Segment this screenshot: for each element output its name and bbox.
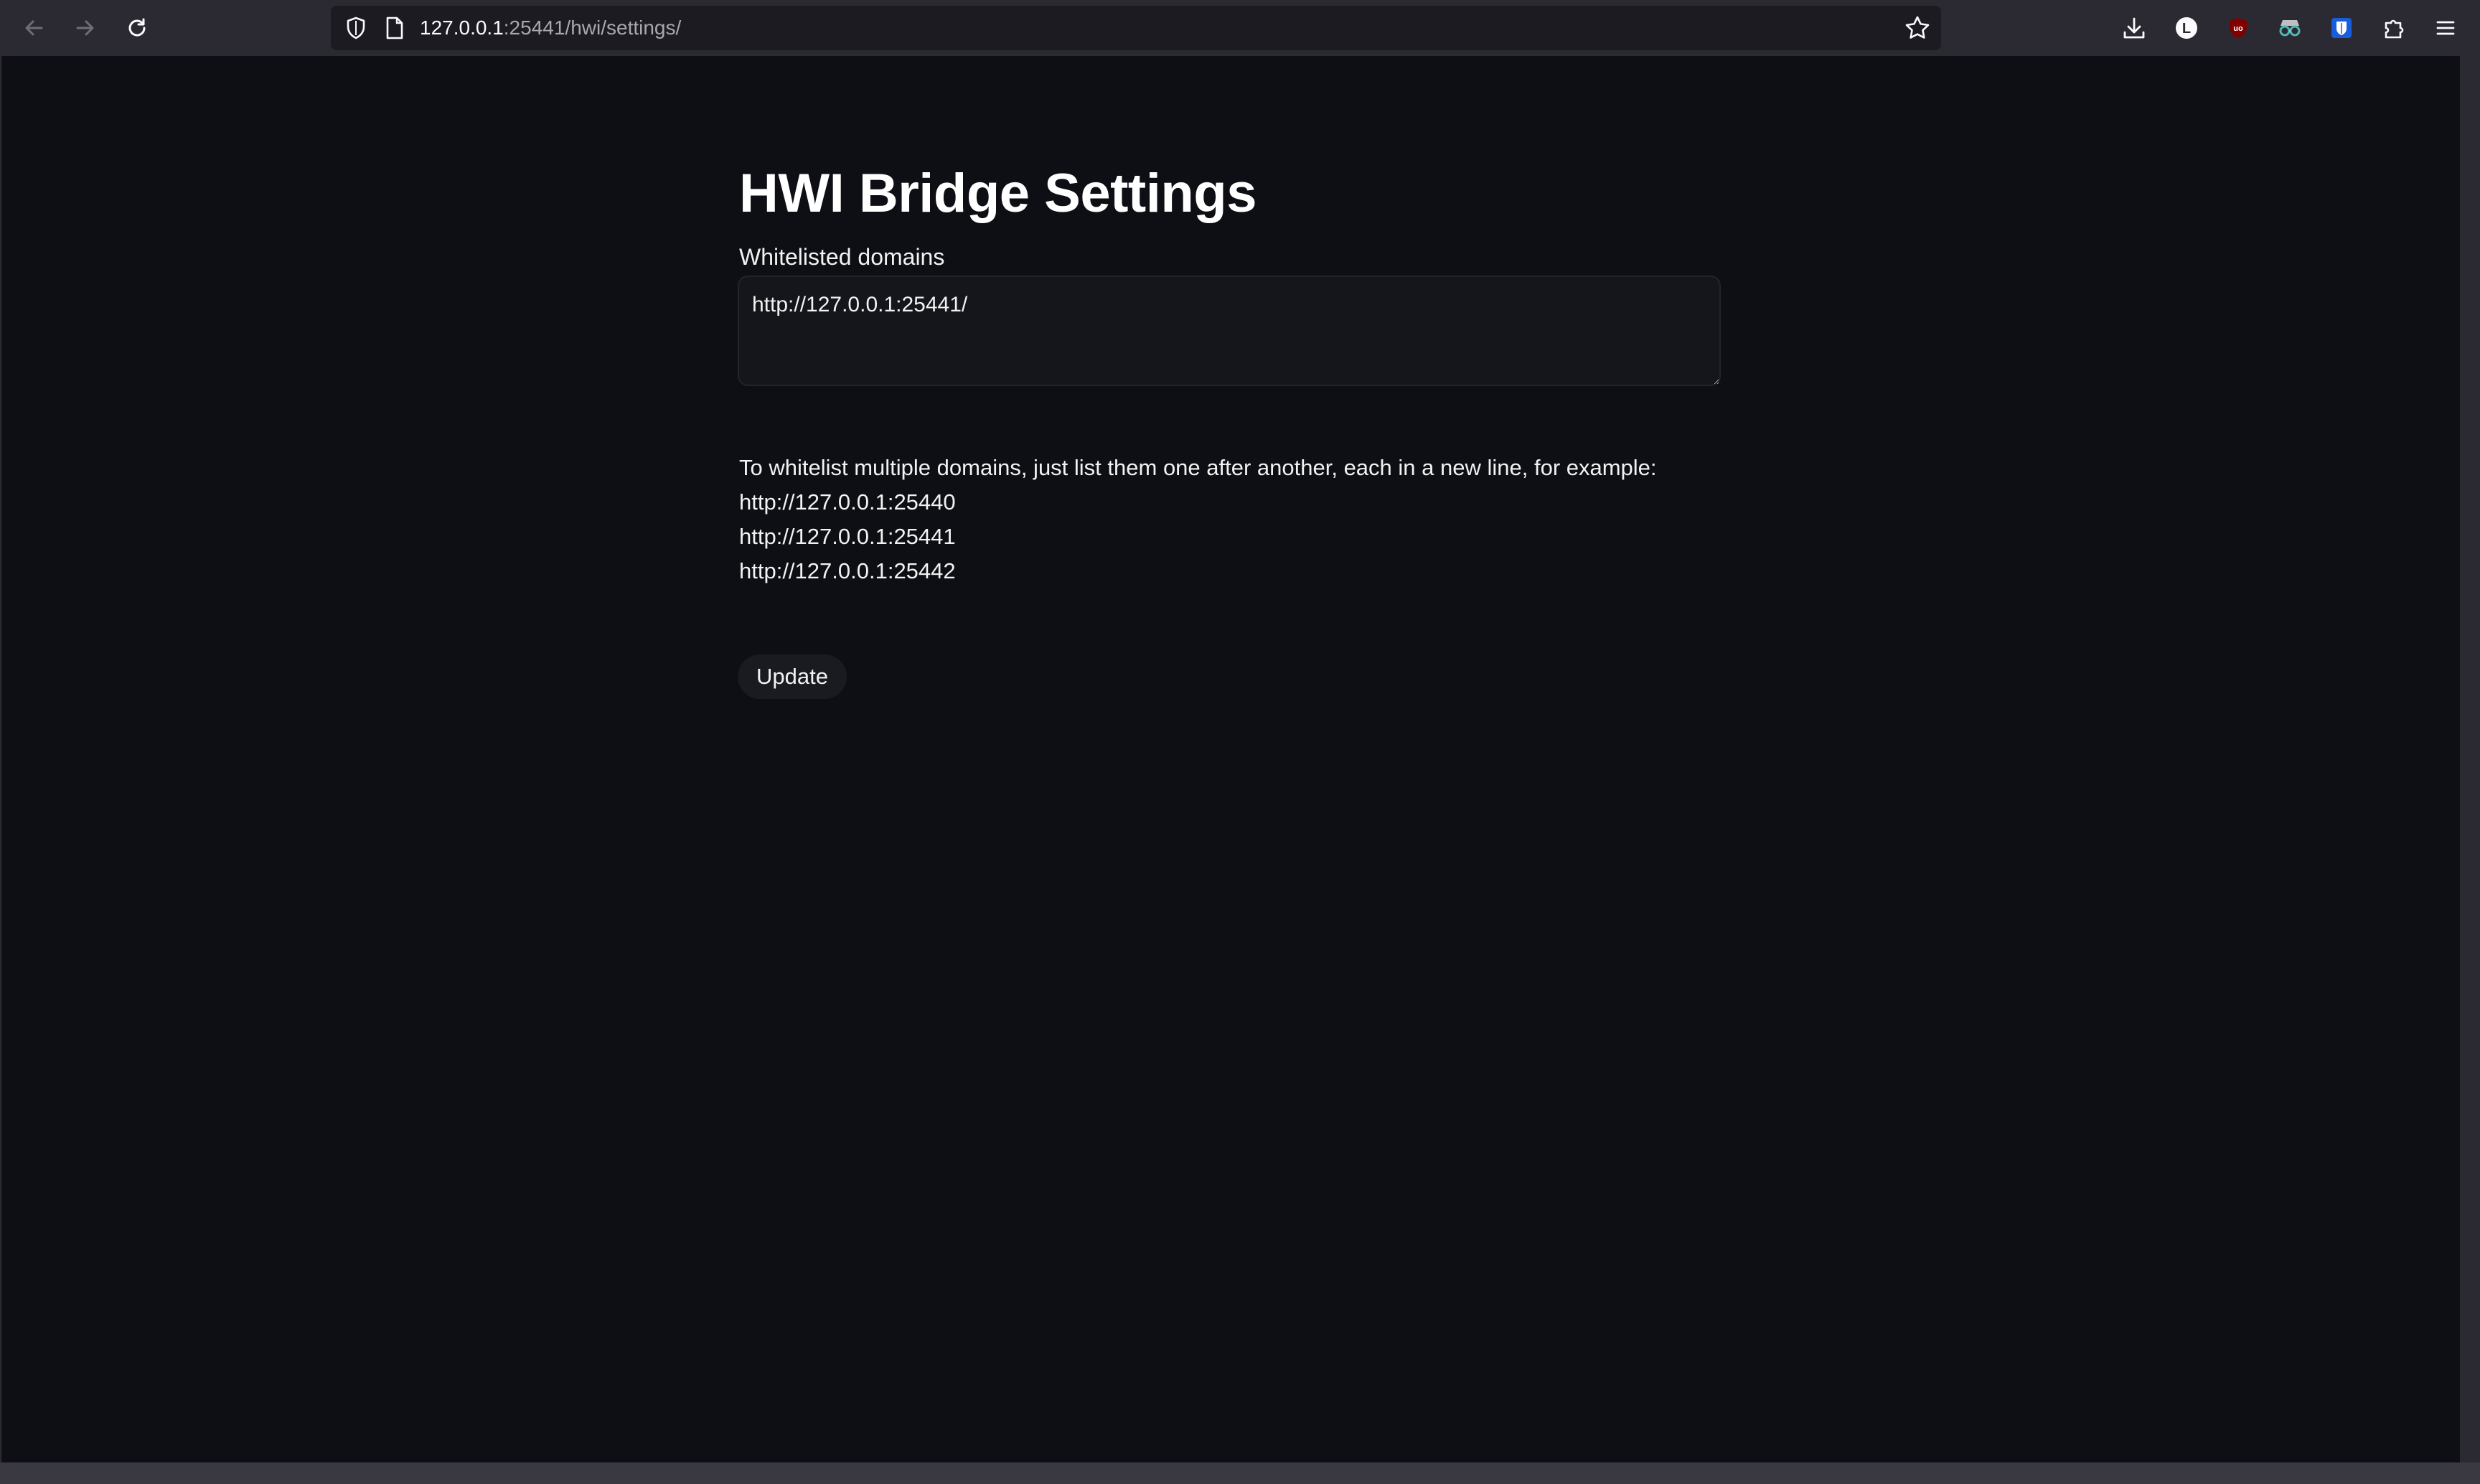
window-bottom-edge <box>0 1462 2480 1484</box>
back-arrow-icon[interactable] <box>16 10 52 46</box>
extension-l-letter: L <box>2182 21 2191 37</box>
whitelisted-domains-textarea[interactable] <box>738 276 1721 386</box>
bookmark-star-icon[interactable] <box>1902 13 1932 43</box>
browser-toolbar: 127.0.0.1:25441/hwi/settings/ L uo <box>0 0 2480 56</box>
help-text: To whitelist multiple domains, just list… <box>739 455 1657 480</box>
forward-arrow-icon[interactable] <box>67 10 103 46</box>
example-domain: http://127.0.0.1:25442 <box>739 558 956 583</box>
browser-window: 127.0.0.1:25441/hwi/settings/ L uo HWI B… <box>0 0 2480 1484</box>
hamburger-menu-icon[interactable] <box>2428 10 2463 46</box>
ublock-origin-icon[interactable]: uo <box>2220 10 2256 46</box>
reload-icon[interactable] <box>119 10 155 46</box>
bitwarden-icon[interactable] <box>2324 10 2359 46</box>
url-host: 127.0.0.1 <box>420 17 504 39</box>
url-bar[interactable]: 127.0.0.1:25441/hwi/settings/ <box>331 6 1941 50</box>
ublock-origin-label: uo <box>2233 24 2243 33</box>
incognito-extension-icon[interactable] <box>2272 10 2308 46</box>
extension-l-icon[interactable]: L <box>2169 10 2204 46</box>
whitelist-help: To whitelist multiple domains, just list… <box>739 451 1657 588</box>
example-domain: http://127.0.0.1:25440 <box>739 489 956 515</box>
extensions-puzzle-icon[interactable] <box>2376 10 2412 46</box>
page-info-icon[interactable] <box>384 16 405 44</box>
page-content: HWI Bridge Settings Whitelisted domains … <box>1 56 2460 1462</box>
downloads-icon[interactable] <box>2116 10 2152 46</box>
scrollbar[interactable] <box>2460 56 2480 1462</box>
update-button[interactable]: Update <box>738 654 847 699</box>
url-text[interactable]: 127.0.0.1:25441/hwi/settings/ <box>420 6 681 50</box>
page-title: HWI Bridge Settings <box>739 163 1257 224</box>
url-path: :25441/hwi/settings/ <box>503 17 682 39</box>
example-domain: http://127.0.0.1:25441 <box>739 524 956 549</box>
whitelisted-domains-label: Whitelisted domains <box>739 244 945 270</box>
tracking-protection-shield-icon[interactable] <box>344 16 368 44</box>
